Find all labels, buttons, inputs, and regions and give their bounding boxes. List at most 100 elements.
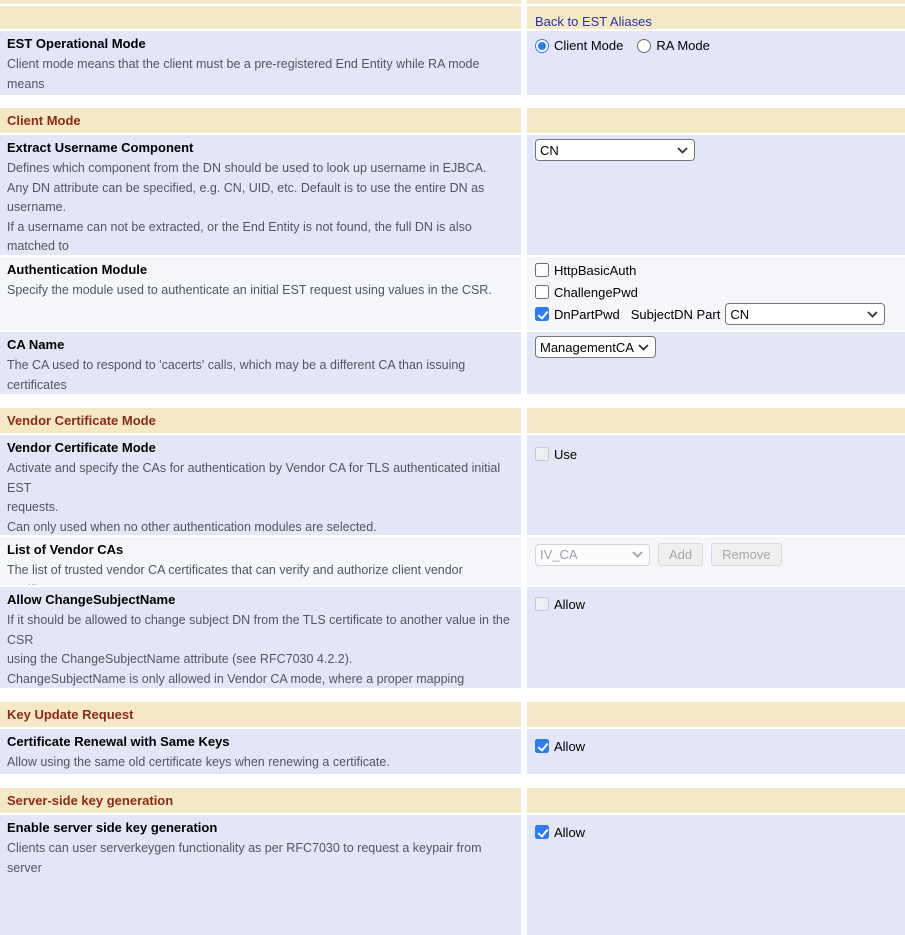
table-vendor-mode: Vendor Certificate Mode Vendor Certifica… — [0, 408, 905, 688]
challengepwd-option: ChallengePwd — [535, 281, 899, 303]
radio-ra-mode[interactable]: RA Mode — [637, 38, 709, 53]
field-title: Vendor Certificate Mode — [7, 440, 513, 456]
spacer-cell-left — [0, 0, 521, 4]
select-value: CN — [730, 307, 749, 322]
est-mode-radio-group: Client Mode RA Mode — [535, 35, 899, 53]
field-description: Defines which component from the DN shou… — [7, 159, 513, 255]
field-description: Specify the module used to authenticate … — [7, 281, 513, 301]
section-heading: Client Mode — [0, 108, 521, 133]
extract-username-select[interactable]: CN — [535, 139, 695, 161]
row-server-keygen-heading: Server-side key generation — [0, 788, 905, 813]
row-top-spacer — [0, 0, 905, 4]
est-operational-mode-control-cell: Client Mode RA Mode — [527, 31, 905, 95]
server-keygen-label-cell: Enable server side key generation Client… — [0, 815, 521, 935]
dnpartpwd-checkbox[interactable] — [535, 307, 549, 321]
field-description: If it should be allowed to change subjec… — [7, 611, 513, 688]
heading-cell-right — [527, 702, 905, 727]
field-title: CA Name — [7, 337, 513, 353]
spacer-cell-right — [527, 0, 905, 4]
section-heading: Vendor Certificate Mode — [0, 408, 521, 433]
httpbasicauth-option: HttpBasicAuth — [535, 259, 899, 281]
row-authentication-module: Authentication Module Specify the module… — [0, 257, 905, 330]
radio-client-mode[interactable]: Client Mode — [535, 38, 623, 53]
challengepwd-checkbox[interactable] — [535, 285, 549, 299]
field-title: Enable server side key generation — [7, 820, 513, 836]
field-title: Allow ChangeSubjectName — [7, 592, 513, 608]
row-back-link: Back to EST Aliases — [0, 6, 905, 29]
row-vendor-heading: Vendor Certificate Mode — [0, 408, 905, 433]
back-link-cell-right: Back to EST Aliases — [527, 6, 905, 29]
row-key-update-heading: Key Update Request — [0, 702, 905, 727]
row-ca-name: CA Name The CA used to respond to 'cacer… — [0, 332, 905, 394]
add-button: Add — [658, 543, 703, 566]
back-link-cell-left — [0, 6, 521, 29]
heading-cell-left: Server-side key generation — [0, 788, 521, 813]
section-heading: Key Update Request — [0, 702, 521, 727]
extract-username-label-cell: Extract Username Component Defines which… — [0, 135, 521, 255]
field-description: The CA used to respond to 'cacerts' call… — [7, 356, 513, 394]
remove-button: Remove — [711, 543, 781, 566]
radio-client-mode-label: Client Mode — [554, 38, 623, 53]
table-client-mode: Client Mode Extract Username Component D… — [0, 108, 905, 394]
field-description: Allow using the same old certificate key… — [7, 753, 513, 773]
chevron-down-icon — [677, 147, 688, 154]
radio-selected-icon — [535, 39, 549, 53]
cert-renewal-allow-option: Allow — [535, 735, 899, 757]
subjectdn-part-select[interactable]: CN — [725, 303, 885, 325]
table-key-update: Key Update Request Certificate Renewal w… — [0, 702, 905, 774]
cert-renewal-allow-label: Allow — [554, 739, 585, 754]
field-title: List of Vendor CAs — [7, 542, 513, 558]
row-extract-username: Extract Username Component Defines which… — [0, 135, 905, 255]
vendor-ca-select: IV_CA — [535, 544, 650, 566]
httpbasicauth-checkbox[interactable] — [535, 263, 549, 277]
authentication-module-control-cell: HttpBasicAuth ChallengePwd DnPartPwd Sub… — [527, 257, 905, 330]
field-title: Certificate Renewal with Same Keys — [7, 734, 513, 750]
changesubjectname-label-cell: Allow ChangeSubjectName If it should be … — [0, 587, 521, 688]
field-title: Authentication Module — [7, 262, 513, 278]
est-operational-mode-label-cell: EST Operational Mode Client mode means t… — [0, 31, 521, 95]
cert-renewal-allow-checkbox[interactable] — [535, 739, 549, 753]
challengepwd-label: ChallengePwd — [554, 285, 638, 300]
chevron-down-icon — [867, 311, 878, 318]
extract-username-control-cell: CN — [527, 135, 905, 255]
field-title: Extract Username Component — [7, 140, 513, 156]
vendor-use-option: Use — [535, 443, 899, 465]
changesubjectname-allow-label: Allow — [554, 597, 585, 612]
ca-name-control-cell: ManagementCA — [527, 332, 905, 394]
ca-name-label-cell: CA Name The CA used to respond to 'cacer… — [0, 332, 521, 394]
row-enable-server-keygen: Enable server side key generation Client… — [0, 815, 905, 935]
back-to-est-aliases-link[interactable]: Back to EST Aliases — [535, 14, 652, 29]
select-value: ManagementCA — [540, 340, 634, 355]
server-keygen-allow-checkbox[interactable] — [535, 825, 549, 839]
heading-cell-right — [527, 408, 905, 433]
httpbasicauth-label: HttpBasicAuth — [554, 263, 636, 278]
chevron-down-icon — [632, 551, 643, 558]
heading-cell-right — [527, 108, 905, 133]
radio-ra-mode-label: RA Mode — [656, 38, 709, 53]
server-keygen-control-cell: Allow — [527, 815, 905, 935]
changesubjectname-allow-option: Allow — [535, 593, 899, 615]
row-allow-changesubjectname: Allow ChangeSubjectName If it should be … — [0, 587, 905, 688]
field-title: EST Operational Mode — [7, 36, 513, 52]
vendor-use-label: Use — [554, 447, 577, 462]
ca-name-select[interactable]: ManagementCA — [535, 336, 656, 358]
row-list-of-vendor-cas: List of Vendor CAs The list of trusted v… — [0, 537, 905, 585]
row-client-mode-heading: Client Mode — [0, 108, 905, 133]
row-est-operational-mode: EST Operational Mode Client mode means t… — [0, 31, 905, 95]
chevron-down-icon — [638, 344, 649, 351]
section-heading: Server-side key generation — [0, 788, 521, 813]
changesubjectname-control-cell: Allow — [527, 587, 905, 688]
vendor-mode-control-cell: Use — [527, 435, 905, 535]
authentication-module-label-cell: Authentication Module Specify the module… — [0, 257, 521, 330]
server-keygen-allow-label: Allow — [554, 825, 585, 840]
cert-renewal-label-cell: Certificate Renewal with Same Keys Allow… — [0, 729, 521, 774]
vendor-use-checkbox — [535, 447, 549, 461]
vendor-mode-label-cell: Vendor Certificate Mode Activate and spe… — [0, 435, 521, 535]
field-description: The list of trusted vendor CA certificat… — [7, 561, 513, 585]
row-certificate-renewal: Certificate Renewal with Same Keys Allow… — [0, 729, 905, 774]
field-description: Activate and specify the CAs for authent… — [7, 459, 513, 535]
vendor-cas-control-cell: IV_CA Add Remove — [527, 537, 905, 585]
heading-cell-left: Client Mode — [0, 108, 521, 133]
field-description: Clients can user serverkeygen functional… — [7, 839, 513, 878]
radio-unselected-icon — [637, 39, 651, 53]
